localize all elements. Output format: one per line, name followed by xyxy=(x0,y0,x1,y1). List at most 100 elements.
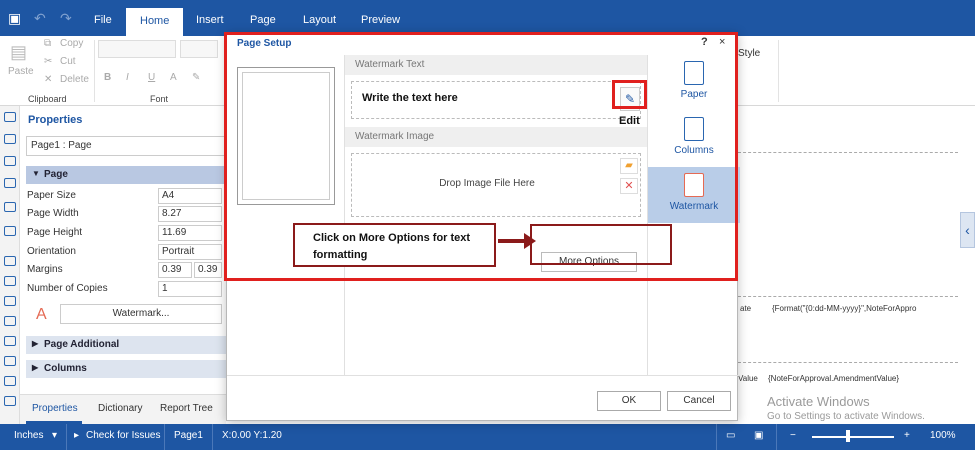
drop-hint: Drop Image File Here xyxy=(439,178,535,189)
zoom-in-button[interactable]: + xyxy=(904,430,910,441)
margins-right-value[interactable]: 0.39 xyxy=(194,262,222,278)
page-tool-icon[interactable] xyxy=(4,256,16,266)
band-divider xyxy=(738,296,958,297)
image-tool-icon[interactable] xyxy=(4,296,16,306)
chart-tool-icon[interactable] xyxy=(4,316,16,326)
cut-icon: ✂ xyxy=(44,56,53,67)
tab-page[interactable]: Page xyxy=(236,0,290,36)
tab-properties[interactable]: Properties xyxy=(32,403,78,414)
checkbox-tool-icon[interactable] xyxy=(4,356,16,366)
tab-report-tree[interactable]: Report Tree xyxy=(160,403,213,414)
page-height-value[interactable]: 11.69 xyxy=(158,225,222,241)
nav-watermark[interactable]: Watermark xyxy=(648,167,740,223)
image-drop-zone[interactable]: Drop Image File Here ▰ ✕ xyxy=(351,153,641,217)
nav-paper[interactable]: Paper xyxy=(648,55,740,111)
band-divider xyxy=(738,152,958,153)
text-tool-icon[interactable] xyxy=(4,112,16,122)
font-family-combo[interactable] xyxy=(98,40,176,58)
page-width-value[interactable]: 8.27 xyxy=(158,206,222,222)
copy-button[interactable]: Copy xyxy=(60,38,83,49)
nav-watermark-label: Watermark xyxy=(669,201,719,212)
chevron-down-icon[interactable]: ▾ xyxy=(52,430,57,441)
watermark-settings: Watermark Text Write the text here ✎ Wat… xyxy=(345,55,647,375)
zoom-out-button[interactable]: − xyxy=(790,430,796,441)
zoom-slider-track[interactable] xyxy=(812,436,894,438)
font-color-icon[interactable]: A xyxy=(170,72,177,83)
highlight-icon[interactable]: ✎ xyxy=(192,72,200,83)
collapse-panel-chevron-icon[interactable]: ‹ xyxy=(960,212,975,248)
edit-highlight-frame xyxy=(612,80,647,109)
nav-columns[interactable]: Columns xyxy=(648,111,740,167)
tab-file[interactable]: File xyxy=(80,0,126,36)
copy-icon: ⧉ xyxy=(44,38,52,49)
italic-button[interactable]: I xyxy=(126,72,129,83)
paste-button[interactable]: Paste xyxy=(8,66,34,77)
watermark-text-value: Write the text here xyxy=(362,92,458,104)
grid-tool-icon[interactable] xyxy=(4,178,16,188)
chevron-right-icon: ▶ xyxy=(32,363,39,372)
cut-button[interactable]: Cut xyxy=(60,56,76,67)
bold-button[interactable]: B xyxy=(104,72,111,83)
section-page[interactable]: ▼ Page xyxy=(26,166,230,184)
properties-panel: Properties Page1 : Page ▼ Page Paper Siz… xyxy=(20,106,230,424)
tab-dictionary[interactable]: Dictionary xyxy=(98,403,142,414)
watermark-image-header: Watermark Image xyxy=(345,127,647,147)
columns-icon xyxy=(684,117,704,141)
delete-button[interactable]: Delete xyxy=(60,74,89,85)
report-designer-canvas[interactable]: ate {Format("{0:dd-MM-yyyy}",NoteForAppr… xyxy=(738,106,975,424)
component-selector[interactable]: Page1 : Page xyxy=(26,136,230,156)
orientation-value[interactable]: Portrait xyxy=(158,244,222,260)
ribbon-separator xyxy=(778,40,779,102)
status-divider xyxy=(776,424,777,450)
redo-icon[interactable]: ↷ xyxy=(60,10,72,27)
richtext-tool-icon[interactable] xyxy=(4,376,16,386)
section-columns[interactable]: ▶ Columns xyxy=(26,360,230,378)
status-bar: Inches ▾ ▸ Check for Issues Page1 X:0.00… xyxy=(0,424,975,450)
tab-insert[interactable]: Insert xyxy=(182,0,238,36)
tab-home[interactable]: Home xyxy=(126,8,184,36)
field-label: ate xyxy=(740,304,752,313)
field-expression[interactable]: {Format("{0:dd-MM-yyyy}",NoteForAppro xyxy=(772,304,916,313)
delete-icon: ✕ xyxy=(44,74,53,85)
cancel-button[interactable]: Cancel xyxy=(667,391,731,411)
view-icon[interactable]: ▭ xyxy=(726,430,735,441)
ok-button[interactable]: OK xyxy=(597,391,661,411)
watermark-text-input[interactable]: Write the text here ✎ xyxy=(351,81,641,119)
field-label: Value xyxy=(738,374,758,383)
help-icon[interactable]: ? xyxy=(701,36,708,48)
properties-title: Properties xyxy=(28,114,83,126)
chevron-down-icon: ▼ xyxy=(32,169,40,178)
paper-size-value[interactable]: A4 xyxy=(158,188,222,204)
subreport-tool-icon[interactable] xyxy=(4,396,16,406)
close-icon[interactable]: × xyxy=(719,36,725,48)
margins-left-value[interactable]: 0.39 xyxy=(158,262,192,278)
zoom-slider-thumb[interactable] xyxy=(846,430,850,442)
copies-label: Number of Copies xyxy=(27,283,108,294)
save-view-icon[interactable]: ▣ xyxy=(754,430,763,441)
section-page-additional[interactable]: ▶ Page Additional xyxy=(26,336,230,354)
watermark-button[interactable]: Watermark... xyxy=(60,304,222,324)
margins-label: Margins xyxy=(27,264,63,275)
check-issues-button[interactable]: Check for Issues xyxy=(86,430,160,441)
shape-tool-icon[interactable] xyxy=(4,202,16,212)
tab-layout[interactable]: Layout xyxy=(289,0,350,36)
clear-image-icon[interactable]: ✕ xyxy=(620,178,638,194)
panel-tool-icon[interactable] xyxy=(4,134,16,144)
table-tool-icon[interactable] xyxy=(4,156,16,166)
copies-value[interactable]: 1 xyxy=(158,281,222,297)
tab-preview[interactable]: Preview xyxy=(347,0,414,36)
component-tool-icon[interactable] xyxy=(4,226,16,236)
undo-icon[interactable]: ↶ xyxy=(34,10,46,27)
band-tool-icon[interactable] xyxy=(4,276,16,286)
underline-button[interactable]: U xyxy=(148,72,155,83)
status-divider xyxy=(164,424,165,450)
paste-icon[interactable]: ▤ xyxy=(10,42,27,63)
units-selector[interactable]: Inches xyxy=(14,430,43,441)
font-size-combo[interactable] xyxy=(180,40,218,58)
folder-open-icon[interactable]: ▰ xyxy=(620,158,638,174)
save-icon[interactable]: ▣ xyxy=(8,10,21,27)
field-expression[interactable]: {NoteForApproval.AmendmentValue} xyxy=(768,374,899,383)
activation-title: Activate Windows xyxy=(767,394,870,409)
paper-icon xyxy=(684,61,704,85)
barcode-tool-icon[interactable] xyxy=(4,336,16,346)
